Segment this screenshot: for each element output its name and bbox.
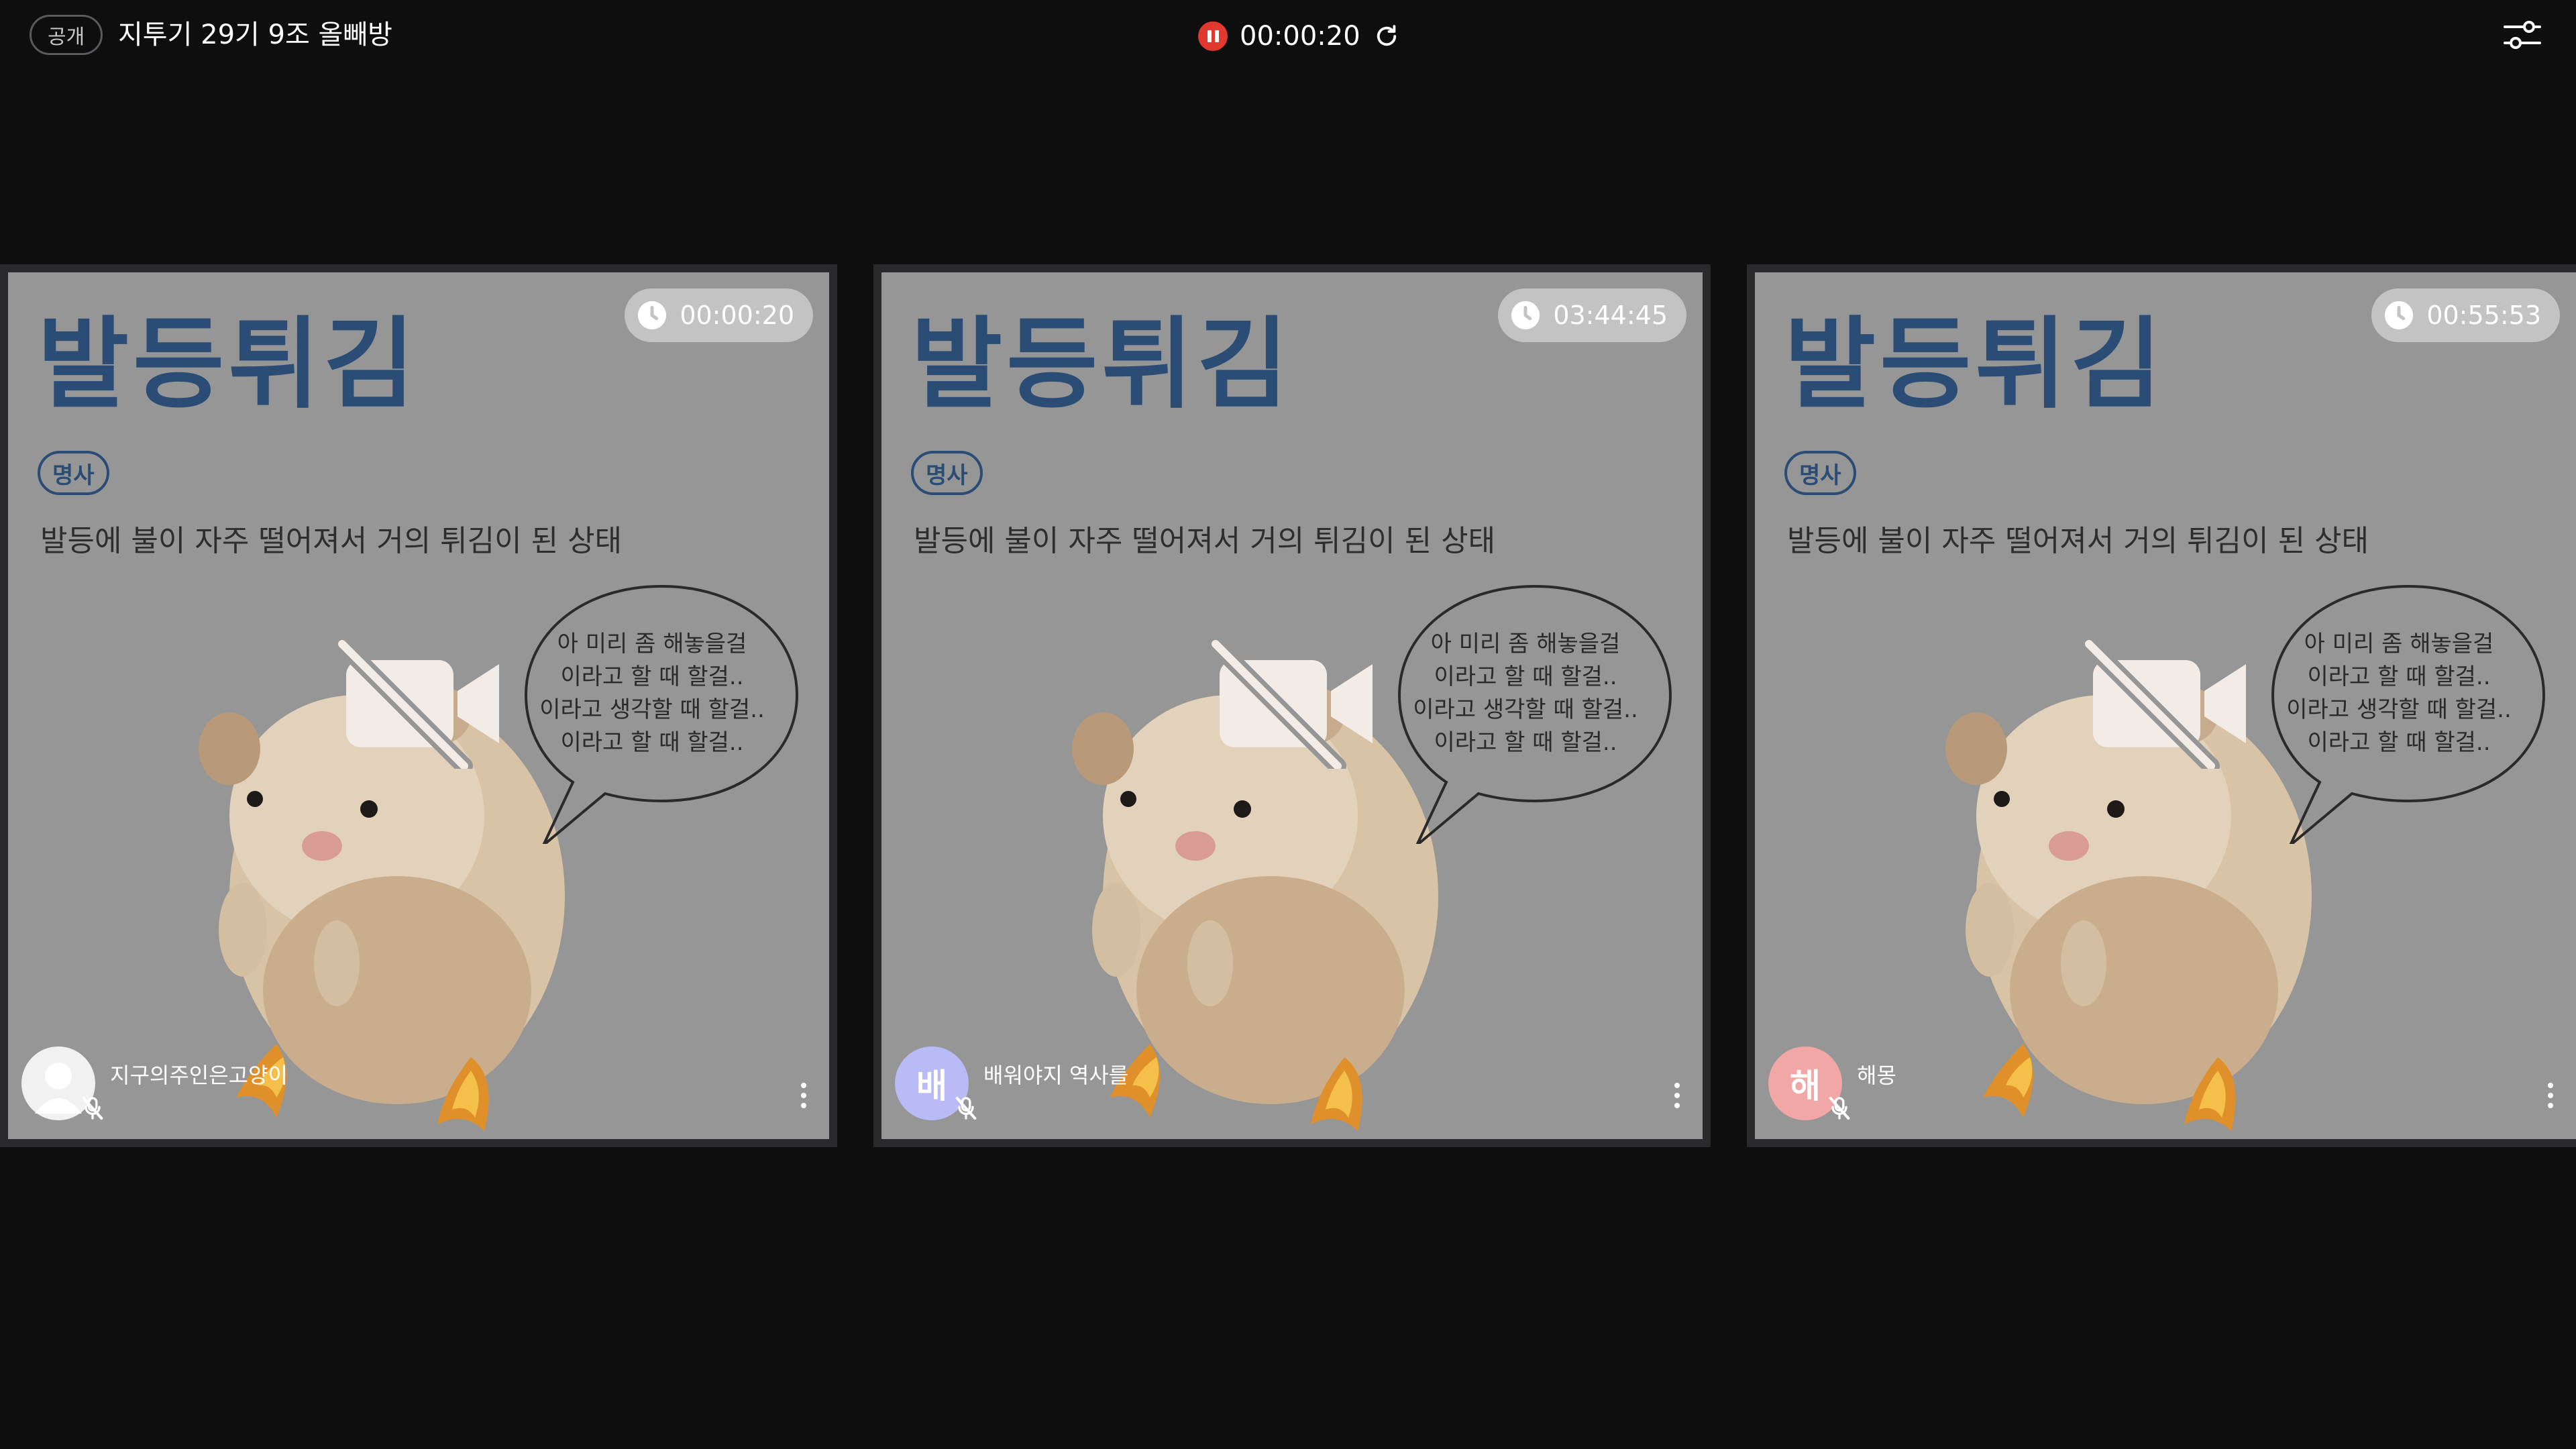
session-timer-group: 00:00:20 <box>1198 17 1401 55</box>
speech-line: 이라고 할 때 할걸.. <box>2307 729 2491 756</box>
more-options-icon[interactable] <box>797 1083 810 1116</box>
video-frame: 00:55:53 발등튀김 명사 발등에 불이 자주 떨어져서 거의 튀김이 된… <box>1755 272 2576 1139</box>
speech-line: 이라고 할 때 할걸.. <box>2307 663 2491 690</box>
word-definition: 발등에 불이 자주 떨어져서 거의 튀김이 된 상태 <box>1787 524 2369 558</box>
participant-tile[interactable]: 03:44:45 발등튀김 명사 발등에 불이 자주 떨어져서 거의 튀김이 된… <box>873 264 1711 1147</box>
refresh-icon[interactable] <box>1373 22 1401 50</box>
speech-line: 이라고 생각할 때 할걸.. <box>539 696 765 723</box>
room-title: 지투기 29기 9조 올빼방 <box>118 19 392 50</box>
video-frame: 00:00:20 발등튀김 명사 발등에 불이 자주 떨어져서 거의 튀김이 된… <box>8 272 829 1139</box>
speech-line: 이라고 생각할 때 할걸.. <box>2286 696 2512 723</box>
participant-name: 해몽 <box>1857 1063 1896 1088</box>
clock-icon <box>638 301 667 330</box>
study-room-page: 공개 지투기 29기 9조 올빼방 00:00:20 00:00:20 발등튀김… <box>0 0 2576 1449</box>
speech-line: 이라고 생각할 때 할걸.. <box>1413 696 1638 723</box>
speech-line: 이라고 할 때 할걸.. <box>560 729 744 756</box>
word-definition: 발등에 불이 자주 떨어져서 거의 튀김이 된 상태 <box>914 524 1496 558</box>
speech-line: 아 미리 좀 해놓을걸 <box>2304 631 2494 657</box>
top-bar: 공개 지투기 29기 9조 올빼방 00:00:20 <box>0 0 2576 70</box>
more-options-icon[interactable] <box>2544 1083 2557 1116</box>
part-of-speech-badge: 명사 <box>911 451 983 495</box>
word-title: 발등튀김 <box>38 307 419 422</box>
study-timer-badge: 00:55:53 <box>2371 288 2560 342</box>
camera-off-icon <box>1207 635 1373 769</box>
clock-icon <box>2385 301 2414 330</box>
speech-line: 아 미리 좀 해놓을걸 <box>557 631 747 657</box>
part-of-speech-badge: 명사 <box>38 451 109 495</box>
word-definition: 발등에 불이 자주 떨어져서 거의 튀김이 된 상태 <box>40 524 623 558</box>
speech-bubble-text: 아 미리 좀 해놓을걸 이라고 할 때 할걸.. 이라고 생각할 때 할걸.. … <box>521 628 784 759</box>
study-timer: 03:44:45 <box>1553 301 1668 330</box>
settings-sliders-icon[interactable] <box>2502 17 2542 52</box>
word-title: 발등튀김 <box>1784 307 2166 422</box>
study-timer-badge: 00:00:20 <box>625 288 813 342</box>
study-timer: 00:55:53 <box>2426 301 2541 330</box>
pause-record-icon[interactable] <box>1198 21 1228 51</box>
camera-off-icon <box>2080 635 2246 769</box>
participant-name: 배워야지 역사를 <box>983 1063 1129 1088</box>
speech-line: 이라고 할 때 할걸.. <box>1434 729 1617 756</box>
video-frame: 03:44:45 발등튀김 명사 발등에 불이 자주 떨어져서 거의 튀김이 된… <box>881 272 1703 1139</box>
speech-line: 이라고 할 때 할걸.. <box>1434 663 1617 690</box>
mic-off-icon <box>82 1097 103 1120</box>
mic-off-icon <box>1829 1097 1850 1120</box>
camera-off-icon <box>333 635 499 769</box>
word-title: 발등튀김 <box>911 307 1293 422</box>
participant-tile[interactable]: 00:00:20 발등튀김 명사 발등에 불이 자주 떨어져서 거의 튀김이 된… <box>0 264 837 1147</box>
speech-bubble-text: 아 미리 좀 해놓을걸 이라고 할 때 할걸.. 이라고 생각할 때 할걸.. … <box>1394 628 1657 759</box>
study-timer: 00:00:20 <box>680 301 794 330</box>
participant-tile[interactable]: 00:55:53 발등튀김 명사 발등에 불이 자주 떨어져서 거의 튀김이 된… <box>1747 264 2576 1147</box>
session-timer: 00:00:20 <box>1240 21 1360 52</box>
speech-bubble-text: 아 미리 좀 해놓을걸 이라고 할 때 할걸.. 이라고 생각할 때 할걸.. … <box>2267 628 2530 759</box>
participant-name: 지구의주인은고양이 <box>110 1063 288 1088</box>
speech-line: 아 미리 좀 해놓을걸 <box>1430 631 1621 657</box>
more-options-icon[interactable] <box>1670 1083 1684 1116</box>
study-timer-badge: 03:44:45 <box>1498 288 1686 342</box>
part-of-speech-badge: 명사 <box>1784 451 1856 495</box>
visibility-badge: 공개 <box>30 15 103 55</box>
clock-icon <box>1511 301 1540 330</box>
mic-off-icon <box>955 1097 977 1120</box>
speech-line: 이라고 할 때 할걸.. <box>560 663 744 690</box>
